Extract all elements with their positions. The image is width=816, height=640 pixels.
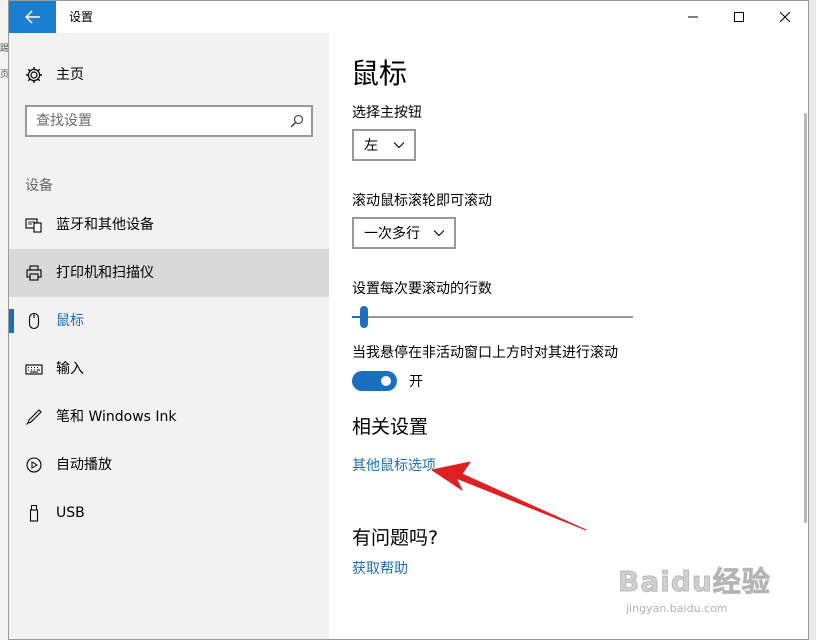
sidebar-item-autoplay[interactable]: 自动播放 xyxy=(9,441,329,489)
related-settings-heading: 相关设置 xyxy=(352,416,429,438)
chevron-down-icon xyxy=(393,142,405,149)
close-icon xyxy=(780,12,790,22)
autoplay-icon xyxy=(25,456,43,474)
toggle-state-label: 开 xyxy=(409,374,423,390)
mouse-icon xyxy=(25,312,43,330)
minimize-icon xyxy=(688,16,698,18)
primary-button-label: 选择主按钮 xyxy=(352,105,422,121)
slider-track xyxy=(352,316,633,318)
usb-icon xyxy=(25,504,43,522)
section-label-devices: 设备 xyxy=(25,178,53,194)
maximize-button[interactable] xyxy=(716,1,762,33)
sidebar-item-home[interactable]: 主页 xyxy=(9,57,329,93)
scroll-mode-dropdown[interactable]: 一次多行 xyxy=(352,217,456,249)
get-help-link[interactable]: 获取帮助 xyxy=(352,559,408,579)
maximize-icon xyxy=(734,12,744,22)
sidebar-item-label: 蓝牙和其他设备 xyxy=(56,217,154,233)
sidebar-item-bluetooth[interactable]: 蓝牙和其他设备 xyxy=(9,201,329,249)
search-box xyxy=(25,105,313,137)
sidebar-item-label: 输入 xyxy=(56,361,84,377)
sidebar: 主页 设备 蓝牙和其他设备 xyxy=(9,33,329,639)
close-button[interactable] xyxy=(762,1,808,33)
keyboard-icon xyxy=(25,360,43,378)
settings-window: 设置 主页 设备 xyxy=(8,0,809,640)
selection-indicator xyxy=(9,309,14,333)
more-mouse-options-link[interactable]: 其他鼠标选项 xyxy=(352,456,436,476)
scroll-mode-value: 一次多行 xyxy=(364,226,420,242)
inactive-scroll-toggle[interactable] xyxy=(352,371,397,391)
content-scrollbar[interactable] xyxy=(804,113,807,523)
lines-to-scroll-label: 设置每次要滚动的行数 xyxy=(352,281,492,297)
sidebar-item-label: 笔和 Windows Ink xyxy=(56,409,177,425)
sidebar-item-typing[interactable]: 输入 xyxy=(9,345,329,393)
question-heading: 有问题吗? xyxy=(352,527,439,549)
printer-icon xyxy=(25,264,43,282)
primary-button-value: 左 xyxy=(364,138,378,154)
sidebar-item-pen[interactable]: 笔和 Windows Ink xyxy=(9,393,329,441)
search-icon[interactable] xyxy=(290,114,304,128)
title-bar: 设置 xyxy=(9,1,808,33)
back-button[interactable] xyxy=(9,1,56,33)
sidebar-item-label: 打印机和扫描仪 xyxy=(56,265,154,281)
sidebar-item-label: 主页 xyxy=(56,67,84,83)
scroll-mode-label: 滚动鼠标滚轮即可滚动 xyxy=(352,193,492,209)
slider-thumb[interactable] xyxy=(360,306,368,328)
sidebar-item-label: USB xyxy=(56,505,85,521)
sidebar-item-printers[interactable]: 打印机和扫描仪 xyxy=(9,249,329,297)
main-content: 鼠标 选择主按钮 左 滚动鼠标滚轮即可滚动 一次多行 设置每次要滚动的行数 当我… xyxy=(329,33,796,639)
pen-icon xyxy=(25,408,43,426)
search-input[interactable] xyxy=(27,107,277,135)
primary-button-dropdown[interactable]: 左 xyxy=(352,129,416,161)
sidebar-item-label: 自动播放 xyxy=(56,457,112,473)
sidebar-item-label: 鼠标 xyxy=(56,313,84,329)
inactive-scroll-label: 当我悬停在非活动窗口上方时对其进行滚动 xyxy=(352,345,618,361)
lines-to-scroll-slider[interactable] xyxy=(352,303,633,331)
window-title: 设置 xyxy=(69,10,94,24)
page-title: 鼠标 xyxy=(351,57,408,90)
gear-icon xyxy=(26,67,42,83)
toggle-knob xyxy=(381,376,391,386)
minimize-button[interactable] xyxy=(670,1,716,33)
chevron-down-icon xyxy=(433,230,445,237)
sidebar-item-mouse[interactable]: 鼠标 xyxy=(9,297,329,345)
sidebar-item-usb[interactable]: USB xyxy=(9,489,329,537)
bluetooth-devices-icon xyxy=(25,216,43,234)
back-arrow-icon xyxy=(24,10,40,24)
